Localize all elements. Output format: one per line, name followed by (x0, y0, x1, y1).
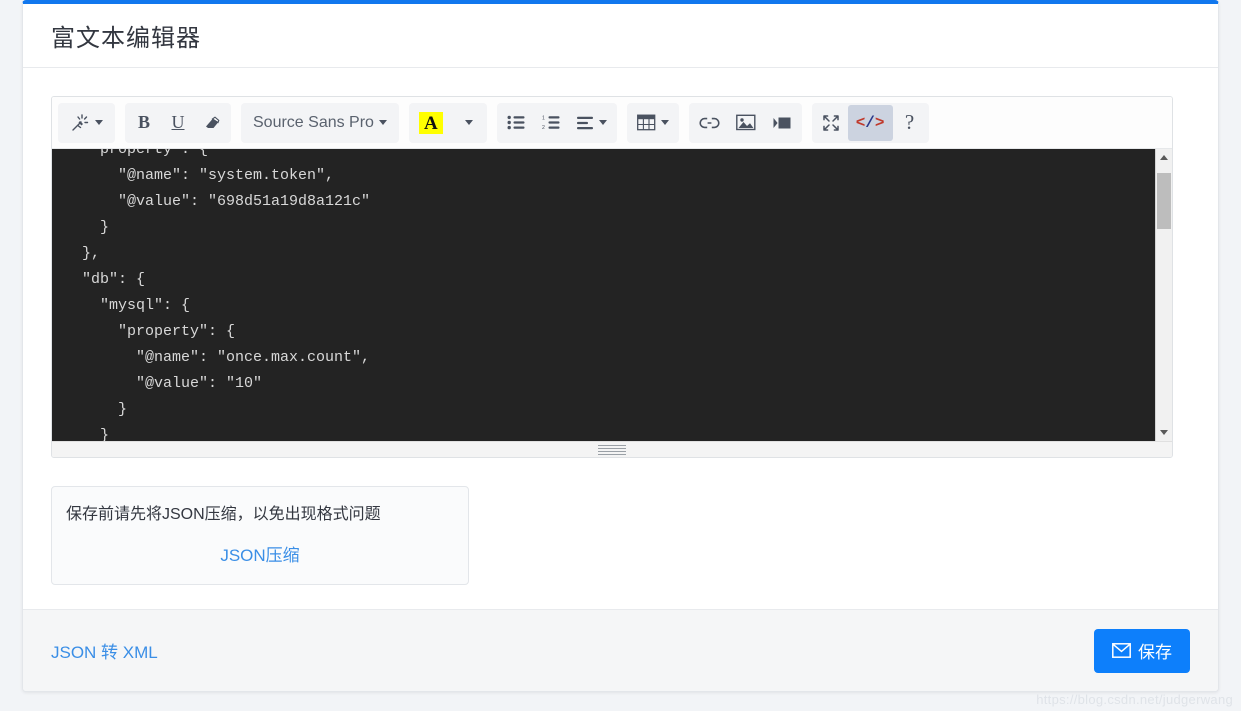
bold-button[interactable]: B (127, 105, 161, 141)
eraser-icon[interactable] (195, 105, 229, 141)
toolbar-group-font: Source Sans Pro (241, 102, 399, 143)
editor-toolbar: B U Source Sans Pro A 1 2 </> ? (52, 97, 1172, 149)
chevron-down-icon (378, 120, 387, 125)
chevron-down-icon (660, 120, 669, 125)
code-icon: </> (855, 113, 885, 132)
toolbar-group-list: 1 2 (496, 102, 617, 143)
font-family-label: Source Sans Pro (253, 113, 374, 131)
underline-label: U (171, 112, 185, 132)
grip-icon (598, 444, 626, 455)
image-icon[interactable] (728, 105, 764, 141)
toolbar-group-insert (688, 102, 802, 143)
code-content[interactable]: property : { "@name": "system.token", "@… (64, 149, 1155, 441)
font-family-select[interactable]: Source Sans Pro (243, 105, 397, 141)
json-to-xml-link[interactable]: JSON 转 XML (51, 638, 158, 663)
video-icon[interactable] (764, 105, 800, 141)
chevron-down-icon (598, 120, 607, 125)
toolbar-group-view: </> ? (811, 102, 929, 143)
help-button[interactable]: ? (893, 105, 927, 141)
toolbar-group-table (626, 102, 679, 143)
toolbar-group-style (58, 102, 115, 143)
envelope-icon (1112, 643, 1131, 658)
bold-label: B (137, 112, 150, 132)
code-scroll-pane[interactable]: property : { "@name": "system.token", "@… (52, 149, 1155, 441)
hint-text: 保存前请先将JSON压缩，以免出现格式问题 (66, 506, 381, 523)
table-icon[interactable] (629, 105, 677, 141)
code-view-button[interactable]: </> (847, 104, 893, 141)
save-button[interactable]: 保存 (1094, 628, 1190, 673)
page-title: 富文本编辑器 (51, 25, 201, 52)
card-header: 富文本编辑器 (23, 4, 1218, 68)
text-color-button[interactable]: A (411, 105, 451, 141)
svg-text:2: 2 (542, 125, 545, 130)
magic-wand-icon[interactable] (60, 105, 113, 141)
editor-scrollbar[interactable] (1155, 149, 1172, 441)
rich-text-editor: B U Source Sans Pro A 1 2 </> ? property… (51, 96, 1173, 458)
help-label: ? (904, 110, 915, 134)
toolbar-group-color: A (408, 102, 487, 143)
bullet-list-icon[interactable] (499, 105, 534, 141)
watermark: https://blog.csdn.net/judgerwang (1036, 692, 1233, 707)
underline-button[interactable]: U (161, 105, 195, 141)
card-body: B U Source Sans Pro A 1 2 </> ? property… (23, 68, 1218, 610)
fullscreen-icon[interactable] (814, 105, 848, 141)
editor-card: 富文本编辑器 B U Source Sans Pro A 1 2 </> ? p… (22, 0, 1219, 692)
link-icon[interactable] (691, 105, 728, 141)
align-left-icon[interactable] (569, 105, 615, 141)
editor-resize-handle[interactable] (52, 441, 1172, 457)
color-dropdown-button[interactable] (451, 105, 485, 141)
json-compress-link[interactable]: JSON压缩 (66, 541, 454, 566)
highlight-a-icon: A (418, 111, 443, 134)
scrollbar-thumb[interactable] (1157, 173, 1171, 229)
card-footer: JSON 转 XML 保存 (23, 609, 1218, 691)
scroll-down-icon[interactable] (1155, 424, 1172, 441)
scroll-up-icon[interactable] (1155, 149, 1172, 166)
svg-text:1: 1 (542, 116, 545, 122)
json-compress-panel: 保存前请先将JSON压缩，以免出现格式问题 JSON压缩 (51, 486, 469, 585)
chevron-down-icon (464, 120, 473, 125)
numbered-list-icon[interactable]: 1 2 (534, 105, 569, 141)
chevron-down-icon (95, 120, 103, 125)
toolbar-group-format: B U (125, 102, 231, 143)
save-label: 保存 (1138, 643, 1172, 662)
code-editor-area: property : { "@name": "system.token", "@… (52, 149, 1172, 441)
